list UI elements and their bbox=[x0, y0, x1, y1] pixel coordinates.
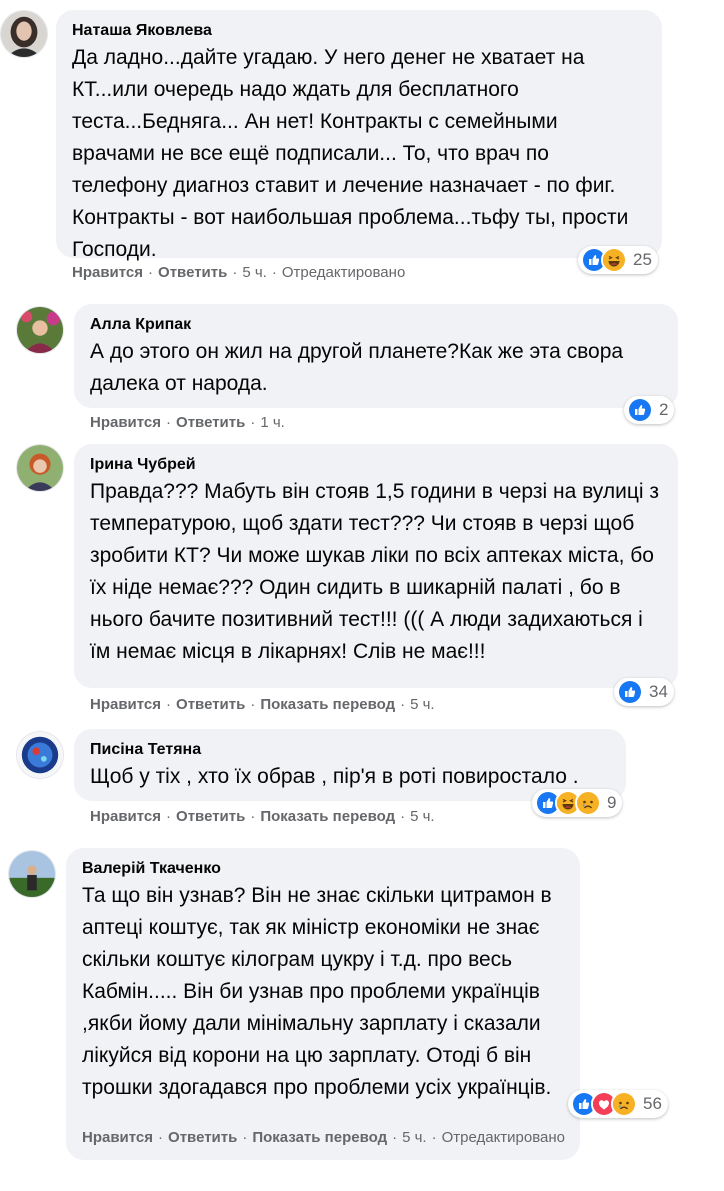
reactions-summary[interactable]: 2 bbox=[624, 396, 675, 424]
edited-label[interactable]: Отредактировано bbox=[442, 1129, 565, 1146]
comment-actions: Нравится · Ответить · Показать перевод · 5 ч. bbox=[90, 807, 435, 827]
separator: · bbox=[166, 808, 172, 825]
reply-button[interactable]: Ответить bbox=[158, 264, 227, 281]
avatar-image bbox=[9, 851, 55, 897]
comment: Наташа Яковлева Да ладно...дайте угадаю.… bbox=[0, 0, 724, 300]
comment-author[interactable]: Наташа Яковлева bbox=[72, 20, 646, 42]
separator: · bbox=[250, 696, 256, 713]
translate-button[interactable]: Показать перевод bbox=[252, 1129, 387, 1146]
separator: · bbox=[158, 1129, 164, 1146]
reply-button[interactable]: Ответить bbox=[176, 414, 245, 431]
timestamp[interactable]: 5 ч. bbox=[410, 808, 435, 825]
separator: · bbox=[400, 696, 406, 713]
comment-text: А до этого он жил на другой планете?Как … bbox=[90, 340, 624, 395]
sad-icon bbox=[611, 1091, 637, 1117]
comment-author[interactable]: Писіна Тетяна bbox=[90, 739, 610, 761]
timestamp[interactable]: 5 ч. bbox=[410, 696, 435, 713]
comment-text: Правда??? Мабуть він стояв 1,5 години в … bbox=[90, 480, 659, 663]
comment-actions: Нравится · Ответить · Показать перевод · 5 ч. bbox=[90, 695, 435, 715]
reactions-summary[interactable]: 34 bbox=[614, 678, 674, 706]
comment-text: Та що він узнав? Він не знає скільки цит… bbox=[82, 884, 552, 1099]
comment-actions: Нравится · Ответить · 1 ч. bbox=[90, 413, 285, 433]
like-button[interactable]: Нравится bbox=[90, 808, 161, 825]
sad-icon bbox=[575, 790, 601, 816]
reply-button[interactable]: Ответить bbox=[176, 808, 245, 825]
comment-author[interactable]: Алла Крипак bbox=[90, 314, 662, 336]
like-button[interactable]: Нравится bbox=[82, 1129, 153, 1146]
reply-button[interactable]: Ответить bbox=[168, 1129, 237, 1146]
comment: Валерій Ткаченко Та що він узнав? Він не… bbox=[0, 840, 724, 1191]
haha-icon bbox=[601, 247, 627, 273]
avatar[interactable] bbox=[8, 850, 56, 898]
reaction-count: 2 bbox=[659, 400, 669, 419]
separator: · bbox=[400, 808, 406, 825]
timestamp[interactable]: 5 ч. bbox=[402, 1129, 427, 1146]
comment: Алла Крипак А до этого он жил на другой … bbox=[0, 300, 724, 440]
separator: · bbox=[232, 264, 238, 281]
avatar-image bbox=[17, 307, 63, 353]
comment: Ірина Чубрей Правда??? Мабуть він стояв … bbox=[0, 440, 724, 725]
reaction-count: 9 bbox=[607, 793, 617, 812]
separator: · bbox=[392, 1129, 398, 1146]
reaction-count: 34 bbox=[649, 682, 668, 701]
comment-bubble: Валерій Ткаченко Та що він узнав? Він не… bbox=[66, 848, 580, 1160]
separator: · bbox=[250, 808, 256, 825]
avatar[interactable] bbox=[0, 10, 48, 58]
reactions-summary[interactable]: 25 bbox=[578, 246, 658, 274]
comment-actions: Нравится · Ответить · Показать перевод · 5 ч. ·… bbox=[82, 1128, 565, 1148]
like-button[interactable]: Нравится bbox=[90, 414, 161, 431]
separator: · bbox=[242, 1129, 248, 1146]
reaction-count: 56 bbox=[643, 1094, 662, 1113]
comment-actions: Нравится · Ответить · 5 ч. · Отредактировано bbox=[72, 263, 405, 283]
translate-button[interactable]: Показать перевод bbox=[260, 808, 395, 825]
like-icon bbox=[627, 397, 653, 423]
reactions-summary[interactable]: 56 bbox=[568, 1090, 668, 1118]
reactions-summary[interactable]: 9 bbox=[532, 789, 623, 817]
comment-bubble: Алла Крипак А до этого он жил на другой … bbox=[74, 304, 678, 408]
like-button[interactable]: Нравится bbox=[72, 264, 143, 281]
edited-label[interactable]: Отредактировано bbox=[282, 264, 405, 281]
comment: Писіна Тетяна Щоб у тіх , хто їх обрав ,… bbox=[0, 725, 724, 840]
comment-author[interactable]: Валерій Ткаченко bbox=[82, 858, 564, 880]
like-button[interactable]: Нравится bbox=[90, 696, 161, 713]
avatar-image bbox=[17, 445, 63, 491]
separator: · bbox=[431, 1129, 437, 1146]
separator: · bbox=[250, 414, 256, 431]
reply-button[interactable]: Ответить bbox=[176, 696, 245, 713]
comment-bubble: Наташа Яковлева Да ладно...дайте угадаю.… bbox=[56, 10, 662, 261]
like-icon bbox=[617, 679, 643, 705]
comment-text: Да ладно...дайте угадаю. У него денег не… bbox=[72, 46, 629, 261]
avatar-image bbox=[17, 732, 63, 778]
avatar[interactable] bbox=[16, 731, 64, 779]
reaction-count: 25 bbox=[633, 250, 652, 269]
separator: · bbox=[166, 696, 172, 713]
comment-text: Щоб у тіх , хто їх обрав , пір'я в роті … bbox=[90, 765, 579, 788]
separator: · bbox=[148, 264, 154, 281]
separator: · bbox=[271, 264, 277, 281]
timestamp[interactable]: 1 ч. bbox=[260, 414, 285, 431]
timestamp[interactable]: 5 ч. bbox=[242, 264, 267, 281]
translate-button[interactable]: Показать перевод bbox=[260, 696, 395, 713]
separator: · bbox=[166, 414, 172, 431]
comment-bubble: Ірина Чубрей Правда??? Мабуть він стояв … bbox=[74, 444, 678, 688]
avatar[interactable] bbox=[16, 306, 64, 354]
comment-author[interactable]: Ірина Чубрей bbox=[90, 454, 662, 476]
avatar[interactable] bbox=[16, 444, 64, 492]
avatar-image bbox=[1, 11, 47, 57]
